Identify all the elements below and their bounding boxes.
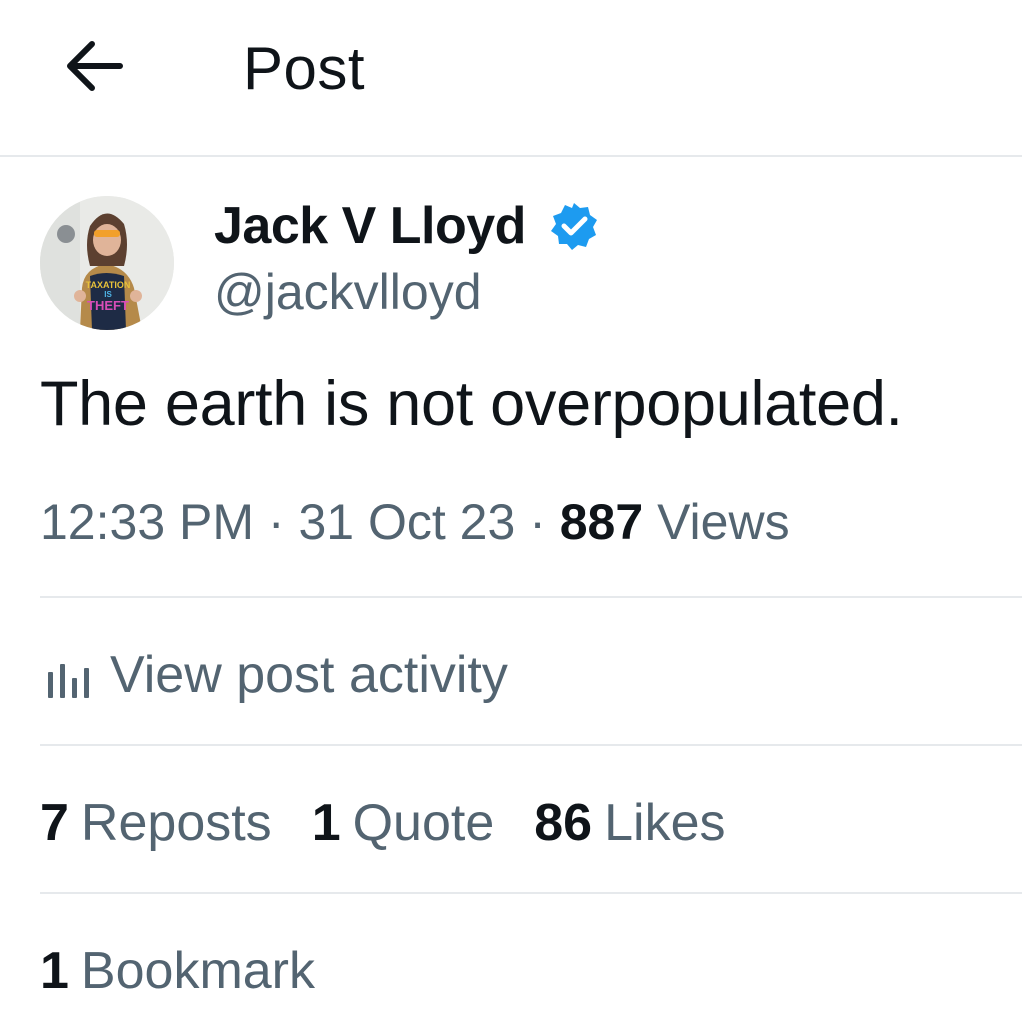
engagement-stats: 7 Reposts 1 Quote 86 Likes xyxy=(40,792,766,854)
views-count: 887 xyxy=(559,494,644,550)
top-bar: Post xyxy=(0,0,1022,157)
page-title: Post xyxy=(243,35,366,102)
likes-label: Likes xyxy=(604,794,726,852)
likes-stat[interactable]: 86 Likes xyxy=(534,792,725,854)
quotes-label: Quote xyxy=(352,794,495,852)
bookmarks-stat[interactable]: 1 Bookmark xyxy=(40,940,315,1002)
quotes-stat[interactable]: 1 Quote xyxy=(312,792,495,854)
post-meta: 12:33 PM · 31 Oct 23 · 887 Views xyxy=(40,492,790,552)
avatar[interactable]: TAXATION IS THEFT xyxy=(40,196,174,330)
divider xyxy=(40,892,1022,894)
divider xyxy=(40,596,1022,598)
back-button[interactable] xyxy=(62,38,128,94)
bookmarks-count: 1 xyxy=(40,942,69,1000)
view-activity-button[interactable]: View post activity xyxy=(40,640,508,710)
arrow-left-icon xyxy=(67,41,123,91)
likes-count: 86 xyxy=(534,794,593,852)
verified-badge-icon xyxy=(551,203,597,250)
reposts-count: 7 xyxy=(40,794,69,852)
meta-separator: · xyxy=(267,494,285,550)
views-label: Views xyxy=(657,494,790,550)
reposts-label: Reposts xyxy=(80,794,272,852)
avatar-shirt-text-3: THEFT xyxy=(87,298,129,313)
quotes-count: 1 xyxy=(311,794,341,852)
view-activity-label: View post activity xyxy=(110,646,508,704)
author-handle[interactable]: @jackvlloyd xyxy=(214,262,482,322)
avatar-shirt-text-1: TAXATION xyxy=(86,280,131,290)
bookmarks-label: Bookmark xyxy=(80,942,315,1000)
author-display-name[interactable]: Jack V Lloyd xyxy=(214,196,526,256)
divider xyxy=(40,744,1022,746)
post-time[interactable]: 12:33 PM xyxy=(40,494,254,550)
meta-separator: · xyxy=(529,494,546,550)
avatar-image: TAXATION IS THEFT xyxy=(40,196,174,330)
bar-chart-icon xyxy=(48,664,89,698)
reposts-stat[interactable]: 7 Reposts xyxy=(40,792,272,854)
post-text: The earth is not overpopulated. xyxy=(40,369,903,439)
post-date[interactable]: 31 Oct 23 xyxy=(298,494,515,550)
